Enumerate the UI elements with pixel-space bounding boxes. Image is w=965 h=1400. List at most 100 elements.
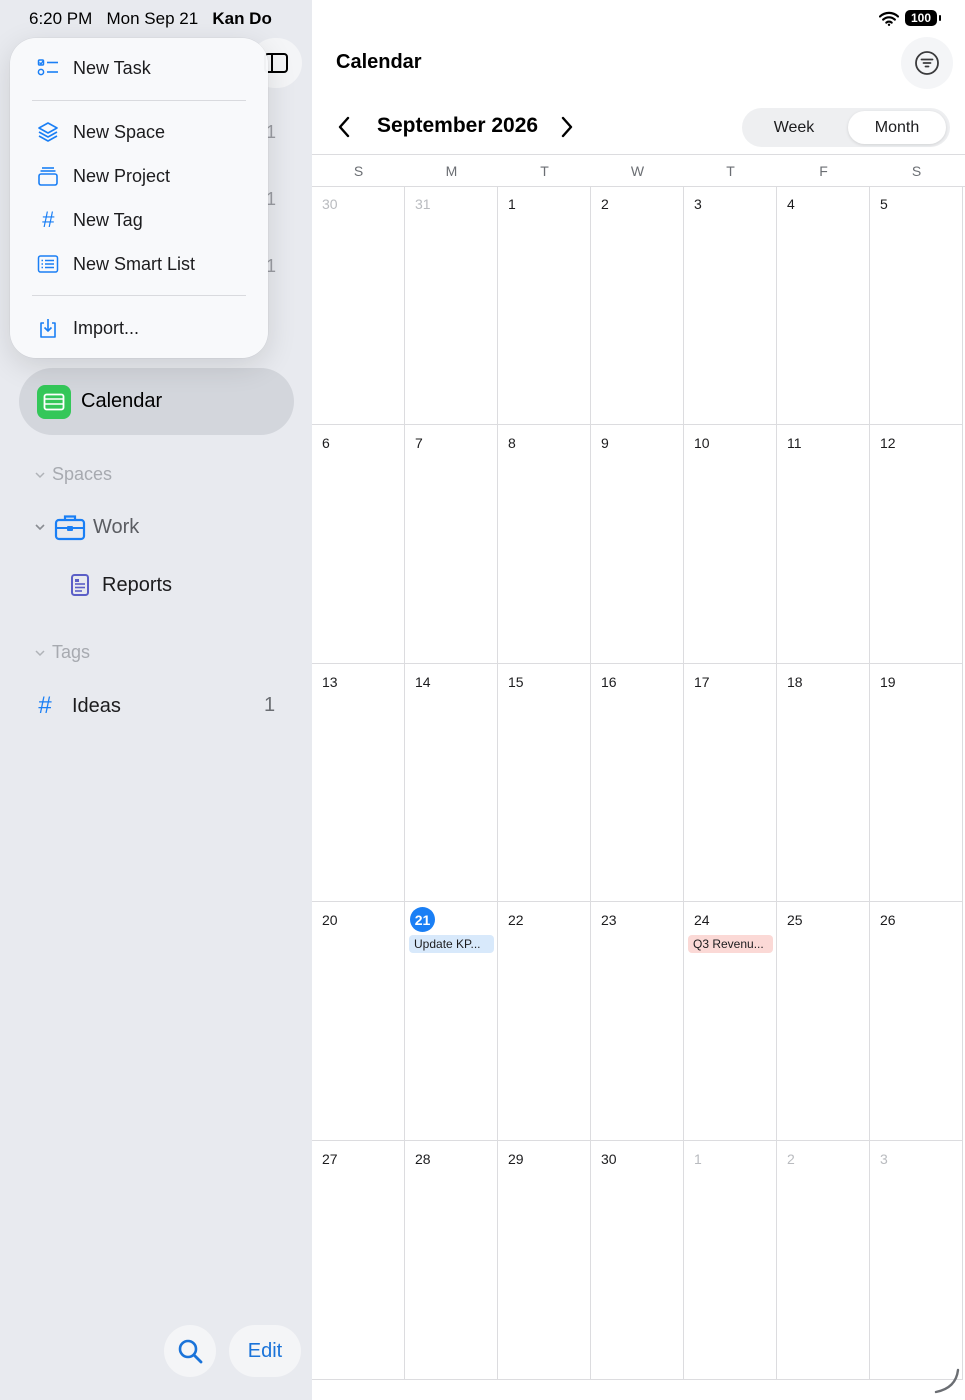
day-number: 4	[787, 196, 795, 212]
calendar-day-cell[interactable]: 4	[777, 186, 870, 425]
spaces-section-header[interactable]: Spaces	[34, 464, 112, 485]
task-list-icon	[36, 56, 60, 80]
new-item-menu: New Task New Space New Project # New Tag	[10, 38, 268, 358]
next-month-button[interactable]	[555, 114, 579, 140]
calendar-day-cell[interactable]: 30	[591, 1141, 684, 1380]
menu-item-label: New Smart List	[73, 253, 196, 274]
menu-item-new-smart-list[interactable]: New Smart List	[10, 244, 268, 284]
menu-item-label: New Project	[73, 165, 171, 186]
weekday-header: S M T W T F S	[312, 154, 965, 187]
calendar-day-cell[interactable]: 6	[312, 424, 405, 664]
month-grid: 30 31 1 2 3 4 5 6 7 8 9 10 11 12 13 14 15 16 17 18 19 20 21 Upd…	[312, 186, 965, 1380]
today-date-badge: 21	[410, 907, 435, 933]
day-number: 31	[415, 196, 431, 212]
week-view-option[interactable]: Week	[746, 111, 842, 144]
sidebar-item-label: Reports	[102, 573, 173, 596]
weekday-label: M	[445, 163, 458, 179]
calendar-day-cell[interactable]: 20	[312, 902, 405, 1142]
menu-item-new-tag[interactable]: # New Tag	[10, 200, 268, 240]
calendar-day-cell[interactable]: 2	[591, 186, 684, 425]
calendar-day-cell[interactable]: 13	[312, 663, 405, 903]
calendar-day-cell[interactable]: 22	[498, 902, 591, 1142]
calendar-day-cell[interactable]: 30	[312, 186, 405, 425]
day-number: 10	[694, 434, 710, 451]
calendar-day-cell[interactable]: 1	[498, 186, 591, 425]
section-title: Spaces	[52, 464, 113, 484]
sidebar-item-calendar[interactable]: Calendar	[19, 368, 294, 435]
edit-button[interactable]: Edit	[229, 1325, 301, 1377]
calendar-day-cell[interactable]: 3	[870, 1141, 963, 1380]
day-number: 1	[508, 196, 516, 212]
calendar-day-cell[interactable]: 19	[870, 663, 963, 903]
day-number: 30	[322, 196, 338, 212]
menu-item-new-space[interactable]: New Space	[10, 112, 268, 152]
month-view-option[interactable]: Month	[848, 111, 946, 144]
search-button[interactable]	[164, 1325, 216, 1377]
calendar-day-cell[interactable]: 24 Q3 Revenu...	[684, 902, 777, 1142]
calendar-day-cell[interactable]: 10	[684, 424, 777, 664]
day-number: 29	[508, 1151, 524, 1168]
weekday-label: T	[540, 163, 549, 179]
day-number: 6	[322, 434, 330, 451]
calendar-day-cell[interactable]: 31	[405, 186, 498, 425]
calendar-day-cell[interactable]: 26	[870, 902, 963, 1142]
chevron-down-icon	[35, 524, 45, 531]
layers-icon	[36, 120, 60, 144]
search-icon	[178, 1339, 203, 1364]
calendar-day-cell[interactable]: 11	[777, 424, 870, 664]
calendar-app-icon	[37, 385, 71, 419]
calendar-day-cell[interactable]: 28	[405, 1141, 498, 1380]
status-bar-left: 6:20 PM Mon Sep 21 Kan Do	[29, 9, 272, 29]
menu-item-new-task[interactable]: New Task	[10, 48, 268, 88]
calendar-event-chip[interactable]: Q3 Revenu...	[688, 935, 773, 954]
filter-button[interactable]	[901, 37, 953, 89]
day-number: 3	[694, 196, 702, 212]
day-number: 16	[601, 673, 617, 690]
previous-month-button[interactable]	[332, 114, 356, 140]
day-number: 17	[694, 673, 710, 690]
calendar-day-cell[interactable]: 18	[777, 663, 870, 903]
tags-section-header[interactable]: Tags	[34, 642, 90, 663]
month-title: September 2026	[377, 114, 539, 137]
calendar-day-cell[interactable]: 12	[870, 424, 963, 664]
calendar-day-cell[interactable]: 27	[312, 1141, 405, 1380]
calendar-day-cell[interactable]: 8	[498, 424, 591, 664]
hashtag-icon: #	[41, 207, 55, 232]
project-box-icon	[36, 164, 60, 188]
sidebar-item-label: Ideas	[72, 694, 121, 717]
resize-handle-icon	[934, 1368, 960, 1394]
day-number: 2	[787, 1151, 795, 1168]
menu-item-label: New Task	[73, 57, 151, 78]
calendar-day-cell[interactable]: 7	[405, 424, 498, 664]
calendar-day-cell[interactable]: 21 Update KP...	[405, 902, 498, 1142]
sidebar-item-reports[interactable]: Reports	[70, 573, 172, 597]
menu-item-new-project[interactable]: New Project	[10, 156, 268, 196]
calendar-day-cell[interactable]: 5	[870, 186, 963, 425]
sidebar-item-ideas[interactable]: # Ideas	[38, 692, 121, 720]
calendar-day-cell[interactable]: 9	[591, 424, 684, 664]
chevron-right-icon	[561, 116, 573, 138]
calendar-day-cell[interactable]: 1	[684, 1141, 777, 1380]
day-number: 2	[601, 196, 609, 212]
menu-item-label: New Tag	[73, 209, 143, 230]
calendar-day-cell[interactable]: 16	[591, 663, 684, 903]
calendar-day-cell[interactable]: 15	[498, 663, 591, 903]
menu-item-import[interactable]: Import...	[10, 308, 268, 348]
calendar-day-cell[interactable]: 29	[498, 1141, 591, 1380]
wifi-icon	[879, 11, 899, 26]
calendar-day-cell[interactable]: 17	[684, 663, 777, 903]
sidebar-item-work[interactable]: Work	[34, 513, 139, 541]
calendar-event-chip[interactable]: Update KP...	[409, 935, 494, 954]
calendar-day-cell[interactable]: 25	[777, 902, 870, 1142]
day-number: 27	[322, 1151, 338, 1168]
weekday-label: F	[819, 163, 828, 179]
calendar-day-cell[interactable]: 2	[777, 1141, 870, 1380]
page-title: Calendar	[336, 51, 422, 73]
sidebar-item-label: Calendar	[81, 390, 163, 412]
calendar-day-cell[interactable]: 14	[405, 663, 498, 903]
day-number: 28	[415, 1151, 431, 1168]
calendar-day-cell[interactable]: 3	[684, 186, 777, 425]
calendar-day-cell[interactable]: 23	[591, 902, 684, 1142]
day-number: 30	[601, 1151, 617, 1168]
status-date: Mon Sep 21	[106, 9, 199, 28]
